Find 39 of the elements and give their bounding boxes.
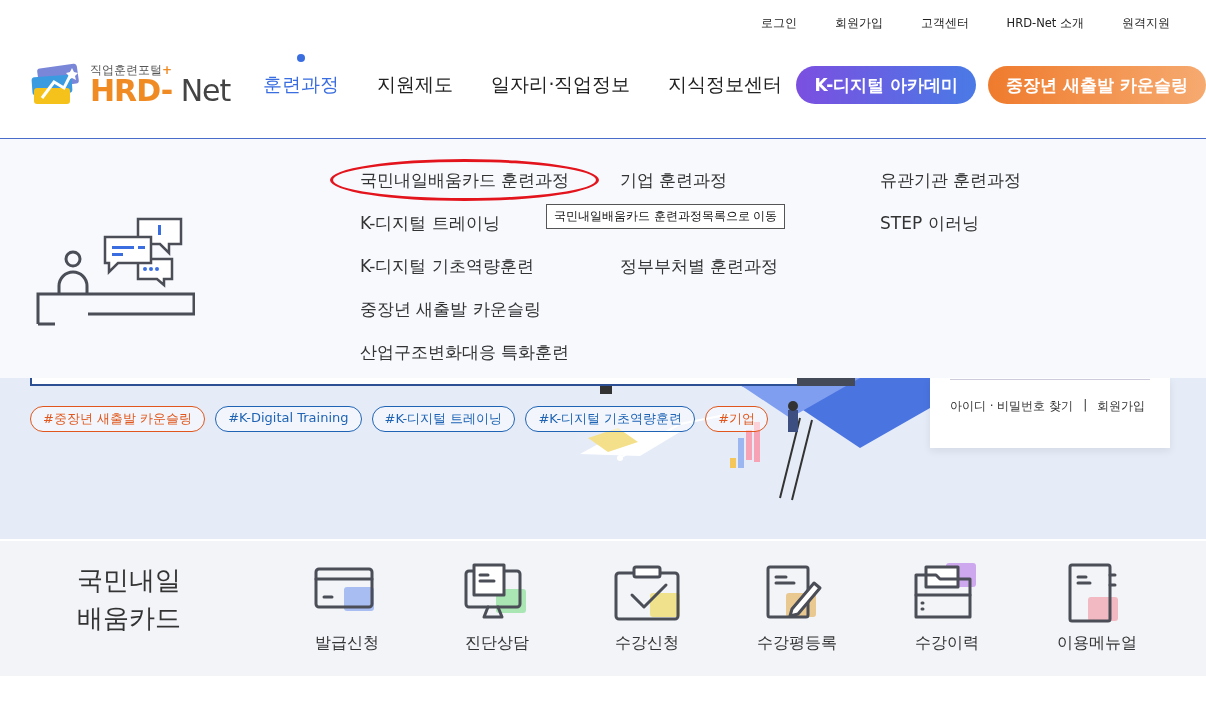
quick-menu-item[interactable]: 이용메뉴얼 [1022,563,1172,654]
submenu-link[interactable]: 국민내일배움카드 훈련과정 [330,159,600,201]
nav-button[interactable]: K-디지털 아카데미 [796,66,977,104]
login-link[interactable]: 아이디 · 비밀번호 찾기 [950,398,1074,415]
submenu-link[interactable]: 기업 훈련과정 [620,167,728,193]
logo-wordmark[interactable]: HRD- Net [90,76,231,106]
utility-link[interactable]: 회원가입 [834,16,883,32]
search-field[interactable] [30,378,855,386]
hashtag-chip[interactable]: #K-디지털 기초역량훈련 [525,406,696,432]
utility-link[interactable]: 로그인 [760,16,797,32]
utility-link[interactable]: 고객센터 [920,16,969,32]
submenu-link[interactable]: 산업구조변화대응 특화훈련 [360,339,570,365]
hashtag-chip[interactable]: #K-디지털 트레이닝 [371,406,516,432]
hashtag-chip[interactable]: #중장년 새출발 카운슬링 [30,406,206,432]
nav-tab[interactable]: 지원제도 [377,50,454,102]
quick-menu-item[interactable]: 진단상담 [422,563,572,654]
hashtag-chip[interactable]: #K-Digital Training [215,406,362,432]
submenu-link[interactable]: 중장년 새출발 카운슬링 [360,296,541,322]
tooltip: 국민내일배움카드 훈련과정목록으로 이동 [546,204,786,229]
quick-menu-item[interactable]: 수강신청 [572,563,722,654]
utility-link[interactable]: HRD-Net 소개 [1006,16,1084,32]
submenu-link[interactable]: 정부부처별 훈련과정 [620,253,779,279]
submenu-link[interactable]: STEP 이러닝 [880,210,979,236]
utility-link[interactable]: 원격지원 [1122,16,1170,32]
login-link[interactable]: 회원가입 [1097,398,1146,415]
separator-text: | [1083,398,1088,414]
submenu-link[interactable]: 유관기관 훈련과정 [880,167,1022,193]
quick-menu-item[interactable]: 수강평등록 [722,563,872,654]
hashtag-chip[interactable]: #기업 [705,406,769,432]
nav-tab[interactable]: 일자리·직업정보 [491,50,631,102]
nav-tab[interactable]: 훈련과정 [263,50,340,102]
nav-tab[interactable]: 지식정보센터 [668,50,783,102]
submenu-link[interactable]: K-디지털 트레이닝 [360,210,500,236]
quick-menu-item[interactable]: 발급신청 [272,563,422,654]
section-title: 국민내일 배움카드 [77,564,182,635]
logo-tagline: 직업훈련포털+ [90,64,174,76]
clipboard-icon [612,563,682,623]
submenu-link[interactable]: K-디지털 기초역량훈련 [360,253,534,279]
quick-menu-item[interactable]: 수강이력 [872,563,1022,654]
